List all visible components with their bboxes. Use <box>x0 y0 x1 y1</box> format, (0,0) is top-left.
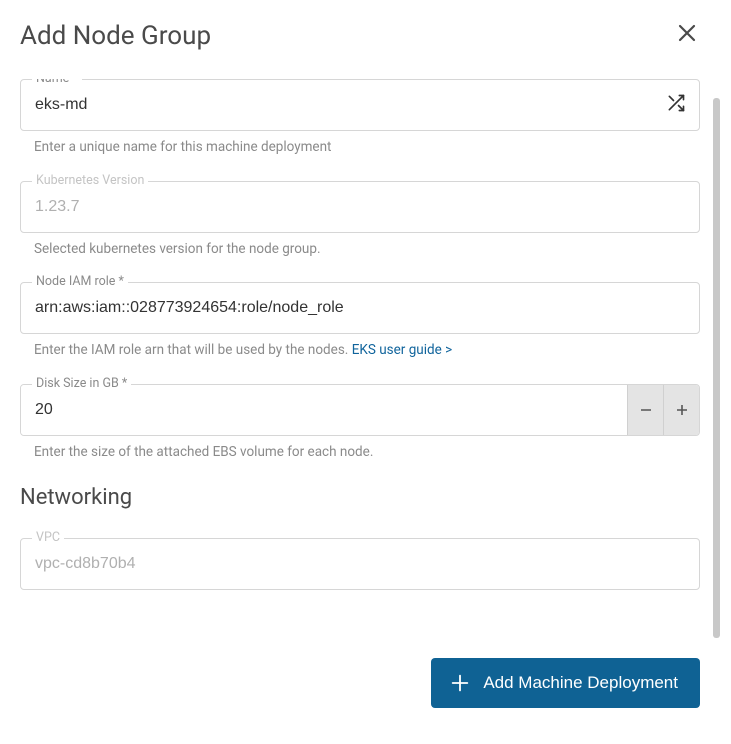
iam-role-field: Node IAM role * <box>20 282 700 334</box>
name-helper: Enter a unique name for this machine dep… <box>34 139 700 157</box>
iam-role-helper: Enter the IAM role arn that will be used… <box>34 342 700 360</box>
vpc-label: VPC <box>32 530 64 545</box>
disk-size-input[interactable] <box>21 385 627 435</box>
close-button[interactable] <box>674 20 700 51</box>
shuffle-icon <box>666 93 686 113</box>
disk-size-helper: Enter the size of the attached EBS volum… <box>34 444 700 462</box>
dialog-header: Add Node Group <box>20 20 700 51</box>
form-scroll-area: Name * Enter a unique name for this mach… <box>20 79 700 719</box>
close-icon <box>678 24 696 42</box>
dialog-title: Add Node Group <box>20 21 211 51</box>
eks-user-guide-link[interactable]: EKS user guide > <box>352 342 453 358</box>
networking-heading: Networking <box>20 485 700 510</box>
vpc-input <box>20 538 700 590</box>
k8s-version-input <box>20 181 700 233</box>
disk-size-field: Disk Size in GB * <box>20 384 700 436</box>
iam-role-input[interactable] <box>20 282 700 334</box>
k8s-version-field: Kubernetes Version <box>20 181 700 233</box>
scrollbar[interactable] <box>713 98 720 638</box>
name-field: Name * <box>20 79 700 131</box>
disk-size-decrement[interactable] <box>627 385 663 435</box>
iam-helper-text: Enter the IAM role arn that will be used… <box>34 342 352 358</box>
disk-size-label: Disk Size in GB * <box>32 376 131 391</box>
shuffle-button[interactable] <box>666 93 686 117</box>
minus-icon <box>639 403 653 417</box>
k8s-version-label: Kubernetes Version <box>32 173 148 188</box>
add-button-label: Add Machine Deployment <box>483 673 678 693</box>
add-machine-deployment-button[interactable]: Add Machine Deployment <box>431 658 700 708</box>
k8s-version-helper: Selected kubernetes version for the node… <box>34 241 700 259</box>
plus-icon <box>449 672 471 694</box>
vpc-field: VPC <box>20 538 700 590</box>
iam-role-label: Node IAM role * <box>32 274 128 289</box>
plus-icon <box>675 403 689 417</box>
add-node-group-dialog: Add Node Group Name * Enter a unique nam… <box>0 0 720 744</box>
name-label: Name * <box>32 79 82 86</box>
disk-size-stepper <box>20 384 700 436</box>
disk-size-increment[interactable] <box>663 385 699 435</box>
name-input[interactable] <box>20 79 700 131</box>
